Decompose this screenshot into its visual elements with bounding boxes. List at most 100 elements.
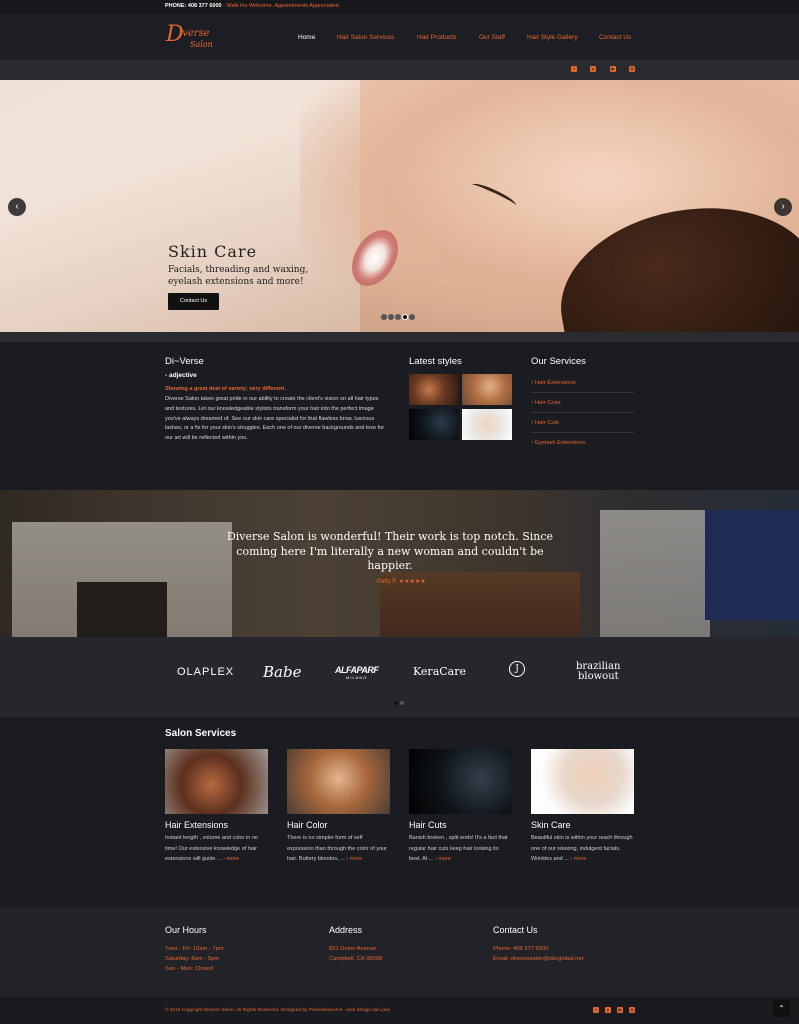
service-link-label: Hair Extensions [535, 380, 576, 386]
slider-dots [381, 314, 416, 321]
nav-contact-us[interactable]: Contact Us [599, 34, 631, 41]
copyright-text: © 2015 Copyright Diverse Salon. All Righ… [165, 1008, 391, 1013]
service-link-eyelash-extensions[interactable]: › Eyelash Extensions [531, 433, 634, 453]
service-link-label: Hair Color [535, 400, 562, 406]
address-line: Campbell, CA 95008 [329, 956, 383, 963]
slider-dot[interactable] [395, 314, 401, 320]
hours-line: Sun - Mon: Closed [165, 966, 214, 973]
nav-hair-salon-services[interactable]: Hair Salon Services [337, 34, 394, 41]
more-link[interactable]: › more [346, 856, 362, 862]
service-card-desc: Banish broken , split ends! It's a fact … [409, 835, 508, 862]
footer-address-title: Address [329, 925, 363, 935]
service-link-label: Eyelash Extensions [535, 440, 586, 446]
facebook-icon[interactable]: f [571, 66, 577, 72]
instagram-icon[interactable]: ◎ [629, 66, 635, 72]
yelp-icon[interactable]: y [605, 1007, 611, 1013]
youtube-icon[interactable]: ▶ [617, 1007, 623, 1013]
slider-prev-arrow[interactable]: ‹ [8, 198, 26, 216]
service-link-hair-cuts[interactable]: › Hair Cuts [531, 413, 634, 433]
hero-title: Skin Care [168, 242, 258, 261]
yelp-icon[interactable]: y [590, 66, 596, 72]
top-info-text: PHONE: 408 377 6000 - Walk Ins Welcome. … [165, 3, 340, 9]
service-link-label: Hair Cuts [535, 420, 560, 426]
service-card-title[interactable]: Hair Color [287, 820, 390, 830]
slider-dot-active[interactable] [402, 314, 408, 320]
chevron-right-icon: › [531, 420, 533, 426]
nav-hair-products[interactable]: Hair Products [417, 34, 456, 41]
more-link[interactable]: › more [223, 856, 239, 862]
copyright-bar: © 2015 Copyright Diverse Salon. All Righ… [0, 997, 799, 1024]
hours-line: Saturday: 8am - 5pm [165, 956, 220, 963]
service-card-desc: There is no simpler form of self express… [287, 835, 387, 862]
service-card-image[interactable] [287, 749, 390, 814]
brand-alfaparf-sub: MILANO [346, 675, 368, 680]
carousel-dot[interactable] [400, 701, 404, 705]
more-link[interactable]: › more [570, 856, 586, 862]
youtube-icon[interactable]: ▶ [610, 66, 616, 72]
testimonial-section: Diverse Salon is wonderful! Their work i… [0, 490, 799, 637]
footer-address: 821 Union Avenue Campbell, CA 95008 [329, 944, 382, 964]
slider-dot[interactable] [409, 314, 415, 320]
hero-text: Facials, threading and waxing, eyelash e… [168, 265, 309, 287]
latest-style-thumb-4[interactable] [462, 409, 512, 440]
service-card-text: Banish broken , split ends! It's a fact … [409, 833, 512, 865]
service-card-title[interactable]: Hair Extensions [165, 820, 268, 830]
hero-contact-button[interactable]: Contact Us [168, 293, 219, 310]
service-link-hair-color[interactable]: › Hair Color [531, 393, 634, 413]
brand-alfaparf: ALFAPARF [335, 665, 379, 675]
testimonial-quote: Diverse Salon is wonderful! Their work i… [226, 530, 554, 572]
service-card-image[interactable] [409, 749, 512, 814]
brand-logos-section: OLAPLEX Babe ALFAPARF MILANO KeraCare J … [0, 637, 799, 717]
slider-next-arrow[interactable]: › [774, 198, 792, 216]
hours-line: Tues - Fri: 10am - 7pm [165, 946, 224, 952]
brand-olaplex: OLAPLEX [177, 666, 235, 678]
brand-carousel-dots [394, 700, 406, 707]
phone-text: PHONE: 408 377 6000 [165, 3, 222, 9]
service-card-text: Instant length , volume and color in no … [165, 833, 268, 865]
hero-slider: ‹ › Skin Care Facials, threading and wax… [0, 80, 799, 332]
latest-style-thumb-3[interactable] [409, 409, 459, 440]
footer-hours: Tues - Fri: 10am - 7pm Saturday: 8am - 5… [165, 944, 224, 975]
salon-services-title: Salon Services [165, 728, 237, 739]
top-info-bar: PHONE: 408 377 6000 - Walk Ins Welcome. … [0, 0, 799, 14]
service-card-title[interactable]: Skin Care [531, 820, 634, 830]
more-label: more [573, 856, 587, 862]
our-services-title: Our Services [531, 356, 586, 367]
latest-style-thumb-1[interactable] [409, 374, 459, 405]
service-card-hair-extensions: Hair Extensions Instant length , volume … [165, 749, 268, 865]
chevron-right-icon: › [531, 380, 533, 386]
testimonial-author: - Patty P. [373, 579, 398, 585]
service-card-desc: Instant length , volume and color in no … [165, 835, 258, 862]
site-footer: Our Hours Tues - Fri: 10am - 7pm Saturda… [0, 907, 799, 997]
brand-blowout: blowout [578, 671, 619, 682]
chevron-right-icon: › [531, 400, 533, 406]
facebook-icon[interactable]: f [593, 1007, 599, 1013]
nav-hair-style-gallery[interactable]: Hair Style Gallery [527, 34, 578, 41]
service-card-text: Beautiful skin is within your reach thro… [531, 833, 634, 865]
more-label: more [349, 856, 363, 862]
section-divider [0, 332, 799, 342]
service-card-image[interactable] [531, 749, 634, 814]
latest-styles-title: Latest styles [409, 356, 462, 367]
contact-phone[interactable]: Phone: 408 377 6000 [493, 944, 583, 954]
latest-style-thumb-2[interactable] [462, 374, 512, 405]
slider-dot[interactable] [388, 314, 394, 320]
salon-services-section: Salon Services Hair Extensions Instant l… [0, 717, 799, 907]
instagram-icon[interactable]: ◎ [629, 1007, 635, 1013]
about-definition: Showing a great deal of variety; very di… [165, 386, 286, 392]
scroll-to-top-button[interactable]: ⌃ [773, 1000, 790, 1017]
more-link[interactable]: › more [435, 856, 451, 862]
service-card-hair-color: Hair Color There is no simpler form of s… [287, 749, 390, 865]
service-card-image[interactable] [165, 749, 268, 814]
carousel-dot-active[interactable] [394, 701, 398, 705]
slider-dot[interactable] [381, 314, 387, 320]
more-label: more [438, 856, 451, 862]
service-card-title[interactable]: Hair Cuts [409, 820, 512, 830]
contact-email[interactable]: Email: diversesalon@sbcglobal.net [493, 954, 583, 964]
service-card-hair-cuts: Hair Cuts Banish broken , split ends! It… [409, 749, 512, 865]
service-link-hair-extensions[interactable]: › Hair Extensions [531, 373, 634, 393]
nav-our-staff[interactable]: Our Staff [479, 34, 505, 41]
nav-home[interactable]: Home [298, 34, 315, 41]
brand-j: J [509, 661, 525, 677]
info-section: Di~Verse - adjective Showing a great dea… [0, 332, 799, 490]
